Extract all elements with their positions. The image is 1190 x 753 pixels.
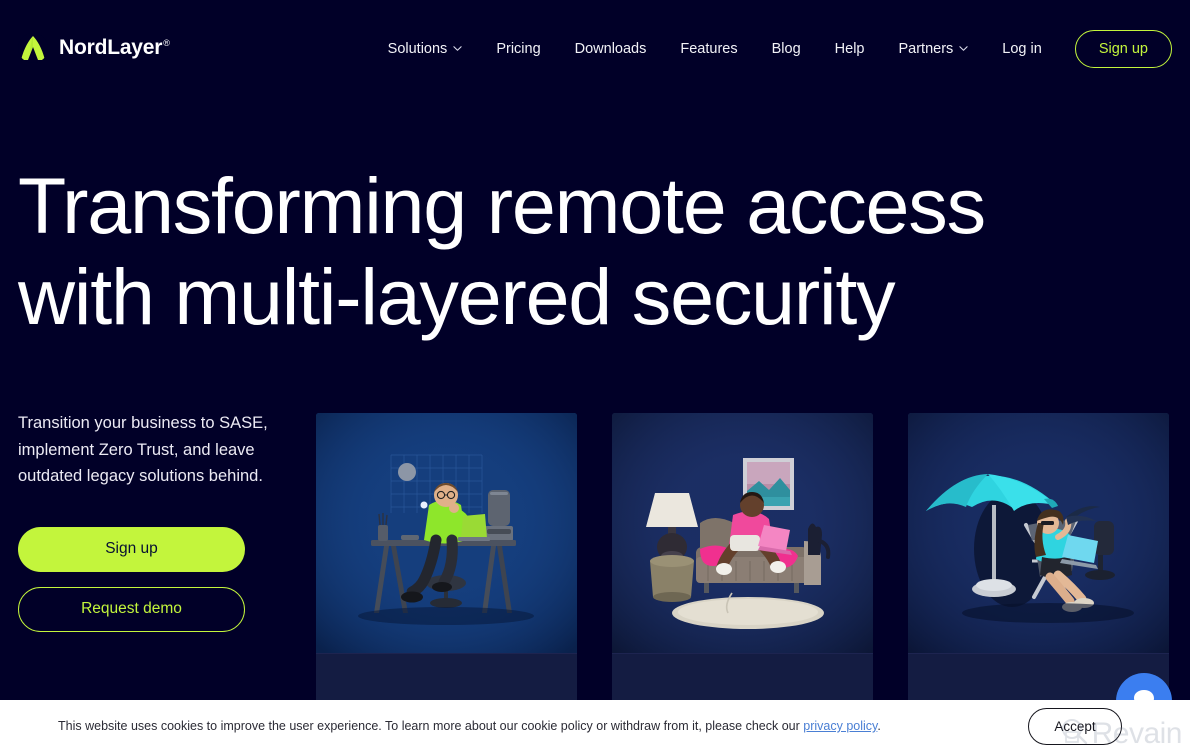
hero-cta-group: Sign up Request demo bbox=[18, 526, 245, 632]
nav-item-login[interactable]: Log in bbox=[985, 42, 1059, 57]
cookie-consent-text: This website uses cookies to improve the… bbox=[58, 718, 1028, 735]
hero-headline: Transforming remote access with multi-la… bbox=[18, 160, 1018, 342]
site-header: NordLayer® Solutions Pricing Downloads F… bbox=[0, 0, 1190, 98]
brand-name: NordLayer bbox=[59, 36, 163, 59]
nav-item-blog[interactable]: Blog bbox=[755, 42, 818, 57]
nav-item-downloads[interactable]: Downloads bbox=[558, 42, 664, 57]
headline-line-2: with multi-layered security bbox=[18, 252, 896, 341]
headline-line-1: Transforming remote access bbox=[18, 161, 986, 250]
hero-subtext: Transition your business to SASE, implem… bbox=[18, 414, 268, 485]
logo-text: NordLayer® bbox=[59, 36, 170, 60]
cookie-text-after-link: . bbox=[877, 719, 881, 733]
nav-item-help[interactable]: Help bbox=[818, 42, 882, 57]
person-in-pink-shirt-on-sofa-with-laptop-image bbox=[612, 413, 873, 653]
chevron-down-icon bbox=[959, 44, 968, 53]
nav-item-pricing[interactable]: Pricing bbox=[479, 42, 557, 57]
cookie-consent-banner: This website uses cookies to improve the… bbox=[0, 700, 1190, 753]
signup-button-label: Sign up bbox=[1098, 41, 1148, 57]
main-navigation: Solutions Pricing Downloads Features Blo… bbox=[371, 29, 1172, 69]
nav-item-label: Pricing bbox=[496, 40, 541, 57]
accept-cookies-button-label: Accept bbox=[1054, 719, 1096, 734]
chevron-down-icon bbox=[453, 44, 462, 53]
logo[interactable]: NordLayer® bbox=[18, 28, 170, 68]
person-in-deck-chair-under-blue-umbrella-with-laptop-image bbox=[908, 413, 1169, 653]
privacy-policy-link[interactable]: privacy policy bbox=[803, 719, 877, 733]
nav-item-label: Blog bbox=[771, 40, 801, 57]
hero-image-cards bbox=[316, 413, 1186, 713]
nav-item-label: Solutions bbox=[387, 40, 448, 57]
hero-card-3[interactable] bbox=[908, 413, 1169, 713]
accept-cookies-button[interactable]: Accept bbox=[1028, 708, 1122, 745]
nav-item-label: Log in bbox=[1002, 40, 1042, 57]
request-demo-button[interactable]: Request demo bbox=[18, 586, 245, 632]
request-demo-button-label: Request demo bbox=[81, 600, 182, 617]
trademark-symbol: ® bbox=[163, 38, 170, 48]
nav-item-label: Help bbox=[834, 40, 865, 57]
signup-button-hero[interactable]: Sign up bbox=[18, 526, 245, 572]
signup-button-hero-label: Sign up bbox=[105, 540, 158, 557]
hero-card-2[interactable] bbox=[612, 413, 873, 713]
nav-item-label: Downloads bbox=[574, 40, 647, 57]
person-in-green-shirt-working-at-desk-image bbox=[316, 413, 577, 653]
nav-item-label: Features bbox=[680, 40, 738, 57]
nav-item-features[interactable]: Features bbox=[663, 42, 754, 57]
cookie-text-before-link: This website uses cookies to improve the… bbox=[58, 719, 804, 733]
nav-item-label: Partners bbox=[898, 40, 954, 57]
nordlayer-mountain-logo-icon bbox=[18, 33, 48, 63]
nav-item-solutions[interactable]: Solutions bbox=[371, 42, 480, 57]
hero-left-column: Transition your business to SASE, implem… bbox=[18, 410, 308, 632]
nav-item-partners[interactable]: Partners bbox=[881, 42, 985, 57]
hero-card-1[interactable] bbox=[316, 413, 577, 713]
signup-button-header[interactable]: Sign up bbox=[1074, 30, 1172, 68]
